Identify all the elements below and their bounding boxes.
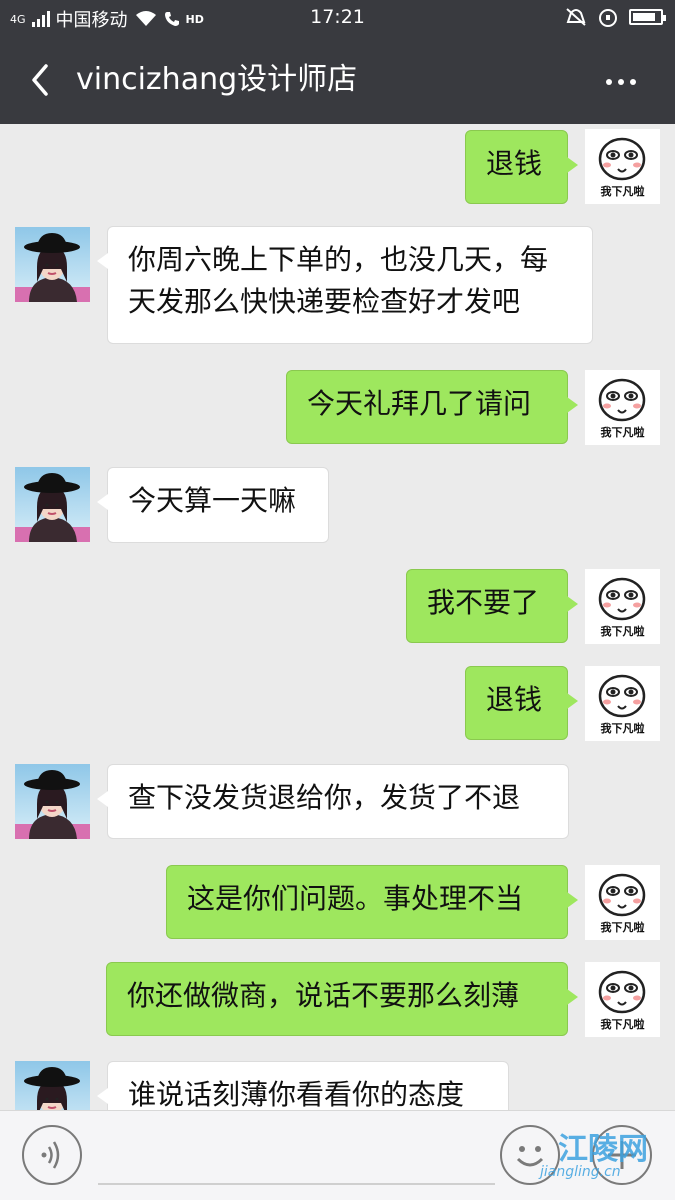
received-bubble[interactable]: 今天算一天嘛 [97, 467, 329, 543]
my-avatar[interactable]: 我下凡啦 [585, 865, 660, 940]
message-text: 你还做微商，说话不要那么刻薄 [127, 979, 520, 1012]
message-text: 谁说话刻薄你看看你的态度 [128, 1078, 465, 1110]
contact-avatar[interactable] [15, 467, 90, 542]
voice-input-button[interactable] [22, 1125, 82, 1185]
back-icon[interactable] [24, 60, 64, 100]
message-text: 退钱 [486, 683, 543, 716]
avatar-caption: 我下凡啦 [600, 185, 645, 198]
battery-icon [629, 9, 666, 25]
message-input[interactable] [98, 1183, 495, 1185]
message-text: 我不要了 [427, 586, 540, 619]
avatar-caption: 我下凡啦 [600, 1018, 645, 1031]
contact-avatar[interactable] [15, 1061, 90, 1110]
my-avatar[interactable]: 我下凡啦 [585, 370, 660, 445]
watermark-name: 江陵网 [558, 1132, 648, 1167]
sent-bubble[interactable]: 我不要了 [406, 569, 578, 643]
sent-bubble[interactable]: 退钱 [465, 130, 578, 204]
watermark-url: jiangling.cn [540, 1164, 621, 1180]
message-text-line: 你周六晚上下单的，也没几天，每 [128, 243, 549, 276]
message-list[interactable]: 退钱 我下凡啦 你周六晚上下单的，也没几天，每 天发那么快快递要检查好才发吧 今… [0, 124, 675, 1110]
avatar-caption: 我下凡啦 [600, 625, 645, 638]
chat-title: vincizhang设计师店 [76, 62, 358, 97]
alarm-icon [599, 9, 617, 27]
received-bubble[interactable]: 查下没发货退给你，发货了不退 [97, 764, 569, 839]
my-avatar[interactable]: 我下凡啦 [585, 962, 660, 1037]
my-avatar[interactable]: 我下凡啦 [585, 666, 660, 741]
status-right [565, 6, 666, 28]
received-bubble[interactable]: 你周六晚上下单的，也没几天，每 天发那么快快递要检查好才发吧 [97, 226, 593, 344]
battery-fill [633, 13, 655, 21]
status-bar: 4G 中国移动 HD 17:21 [0, 0, 675, 36]
sent-bubble[interactable]: 这是你们问题。事处理不当 [166, 865, 578, 939]
received-bubble[interactable]: 谁说话刻薄你看看你的态度 [97, 1061, 509, 1110]
more-options-icon[interactable] [601, 62, 641, 102]
my-avatar[interactable]: 我下凡啦 [585, 569, 660, 644]
chat-header: vincizhang设计师店 [0, 36, 675, 124]
sent-bubble[interactable]: 退钱 [465, 666, 578, 740]
contact-avatar[interactable] [15, 227, 90, 302]
message-text: 这是你们问题。事处理不当 [187, 882, 524, 915]
sent-bubble[interactable]: 你还做微商，说话不要那么刻薄 [106, 962, 578, 1036]
site-watermark: 江陵网 jiangling.cn [540, 1122, 670, 1192]
mute-icon [566, 8, 586, 26]
avatar-caption: 我下凡啦 [600, 722, 645, 735]
message-text: 今天礼拜几了请问 [307, 387, 532, 420]
message-text: 查下没发货退给你，发货了不退 [128, 781, 521, 814]
message-text: 今天算一天嘛 [128, 484, 297, 517]
avatar-caption: 我下凡啦 [600, 921, 645, 934]
message-text: 退钱 [486, 147, 543, 180]
avatar-caption: 我下凡啦 [600, 426, 645, 439]
message-text-line: 天发那么快快递要检查好才发吧 [128, 285, 521, 318]
sent-bubble[interactable]: 今天礼拜几了请问 [286, 370, 578, 444]
contact-avatar[interactable] [15, 764, 90, 839]
voice-icon [41, 1141, 60, 1169]
my-avatar[interactable]: 我下凡啦 [585, 129, 660, 204]
